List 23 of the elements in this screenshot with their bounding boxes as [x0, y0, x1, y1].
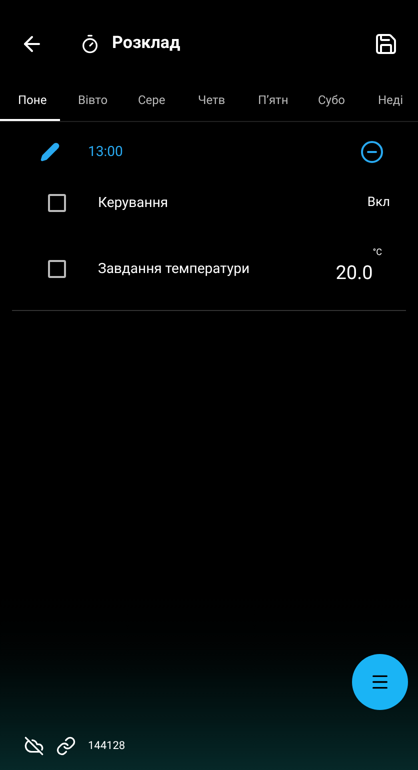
- day-tab[interactable]: Субо: [300, 80, 360, 121]
- edit-icon[interactable]: [40, 142, 60, 162]
- day-tab[interactable]: Четв: [180, 80, 240, 121]
- day-tab[interactable]: П’ятн: [240, 80, 300, 121]
- unit-label: °C: [372, 246, 382, 260]
- timer-icon: [80, 34, 100, 54]
- checkbox[interactable]: [48, 260, 66, 278]
- row-label: Завдання температури: [98, 260, 250, 278]
- temperature-value: 20.0: [336, 260, 373, 286]
- day-tab[interactable]: Вівто: [60, 80, 120, 121]
- day-tab[interactable]: Неді: [360, 80, 418, 121]
- row-label: Керування: [98, 194, 168, 212]
- link-icon: [56, 736, 76, 756]
- checkbox[interactable]: [48, 194, 66, 212]
- device-id: 144128: [88, 738, 126, 754]
- cloud-off-icon: [24, 736, 44, 756]
- day-tab[interactable]: Поне: [0, 80, 60, 121]
- row-value: Вкл: [367, 194, 390, 212]
- page-title: Розклад: [112, 32, 180, 56]
- remove-icon[interactable]: [360, 140, 384, 164]
- day-tab[interactable]: Сере: [120, 80, 180, 121]
- save-icon[interactable]: [374, 32, 398, 56]
- schedule-time[interactable]: 13:00: [88, 142, 123, 162]
